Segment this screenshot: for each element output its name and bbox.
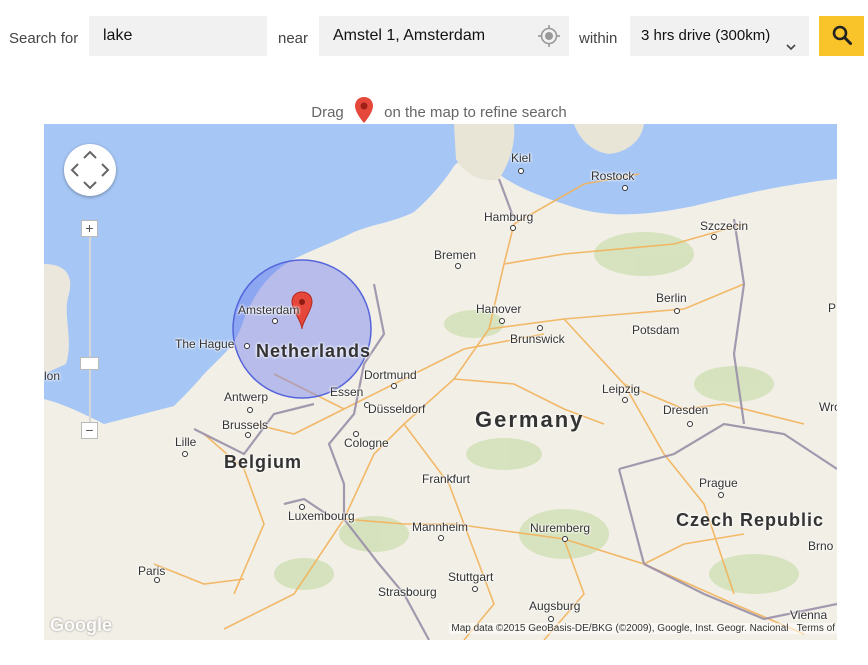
map-attribution: Map data ©2015 GeoBasis-DE/BKG (©2009), … xyxy=(449,623,837,634)
hint-drag-text: Drag xyxy=(311,104,344,121)
chevron-down-icon xyxy=(785,29,797,69)
city-dot xyxy=(718,492,724,498)
city-label: Strasbourg xyxy=(378,585,437,599)
city-label: Stuttgart xyxy=(448,570,494,584)
search-button[interactable] xyxy=(819,16,864,56)
city-label: Düsseldorf xyxy=(368,402,426,416)
city-label: Mannheim xyxy=(412,520,469,534)
search-for-label: Search for xyxy=(9,30,79,47)
city-label: Hamburg xyxy=(484,210,534,224)
city-dot xyxy=(455,263,461,269)
range-value: 3 hrs drive (300km) xyxy=(641,27,771,44)
zoom-out-button[interactable]: − xyxy=(81,422,98,439)
city-label: Bremen xyxy=(434,248,477,262)
city-label: Vienna xyxy=(790,608,828,622)
city-dot xyxy=(247,407,253,413)
city-label: Augsburg xyxy=(529,599,581,613)
city-dot xyxy=(537,325,543,331)
google-logo: Google xyxy=(50,615,112,635)
hint-refine-text: on the map to refine search xyxy=(384,104,567,121)
city-label: Brunswick xyxy=(510,332,565,346)
city-dot xyxy=(562,536,568,542)
attribution-text: Map data ©2015 GeoBasis-DE/BKG (©2009), … xyxy=(451,623,789,634)
city-dot xyxy=(499,318,505,324)
city-label: Brussels xyxy=(222,418,269,432)
search-query-input[interactable]: lake xyxy=(89,16,267,56)
city-label: Frankfurt xyxy=(422,472,471,486)
city-dot xyxy=(622,185,628,191)
gps-target-icon[interactable] xyxy=(537,24,561,64)
city-label: Nuremberg xyxy=(530,521,591,535)
city-dot xyxy=(245,432,251,438)
city-dot xyxy=(272,318,278,324)
city-dot xyxy=(518,168,524,174)
city-label: P xyxy=(828,301,837,315)
location-value: Amstel 1, Amsterdam xyxy=(333,27,486,44)
city-label: Dortmund xyxy=(364,368,417,382)
country-label: Netherlands xyxy=(256,341,372,361)
city-label: Leipzig xyxy=(602,382,641,396)
map-base xyxy=(44,124,837,640)
city-label: Berlin xyxy=(656,291,687,305)
city-label: Amsterdam xyxy=(238,303,300,317)
city-dot xyxy=(687,421,693,427)
country-label: Germany xyxy=(475,407,585,432)
city-dot xyxy=(711,234,717,240)
city-label: Paris xyxy=(138,564,166,578)
city-dot xyxy=(510,225,516,231)
city-label: Wro xyxy=(819,400,837,414)
city-dot xyxy=(472,586,478,592)
city-label: Hanover xyxy=(476,302,522,316)
city-dot xyxy=(674,308,680,314)
city-label: Kiel xyxy=(511,151,532,165)
pan-control[interactable] xyxy=(64,144,116,196)
city-label: Dresden xyxy=(663,403,709,417)
city-dot xyxy=(244,343,250,349)
within-label: within xyxy=(579,30,618,47)
city-dot xyxy=(548,616,554,622)
search-icon xyxy=(831,24,853,49)
city-label: Rostock xyxy=(591,169,635,183)
city-label: Lille xyxy=(175,435,197,449)
search-bar: Search for lake near Amstel 1, Amsterdam… xyxy=(0,0,868,74)
location-input[interactable]: Amstel 1, Amsterdam xyxy=(319,16,569,56)
city-label: Essen xyxy=(330,385,364,399)
map[interactable]: Kiel Rostock Hamburg Szczecin Bremen Ams… xyxy=(44,124,837,640)
country-label: Czech Republic xyxy=(676,510,825,530)
city-label: The Hague xyxy=(175,337,235,351)
city-label: Antwerp xyxy=(224,390,269,404)
zoom-in-button[interactable]: + xyxy=(81,220,98,237)
city-label: Potsdam xyxy=(632,323,680,337)
city-dot xyxy=(438,535,444,541)
city-label: Szczecin xyxy=(700,219,749,233)
city-dot xyxy=(622,397,628,403)
city-label: Brno xyxy=(808,539,834,553)
range-select[interactable]: 3 hrs drive (300km) xyxy=(630,16,809,56)
city-dot xyxy=(391,383,397,389)
zoom-slider-track[interactable] xyxy=(89,230,91,428)
city-label: lon xyxy=(44,369,61,383)
city-label: Luxembourg xyxy=(288,509,355,523)
country-label: Belgium xyxy=(224,452,303,472)
city-dot xyxy=(182,451,188,457)
terms-link[interactable]: Terms of xyxy=(797,623,835,634)
city-label: Cologne xyxy=(344,436,389,450)
zoom-slider-handle[interactable] xyxy=(80,357,99,370)
near-label: near xyxy=(278,30,309,47)
city-label: Prague xyxy=(699,476,738,490)
